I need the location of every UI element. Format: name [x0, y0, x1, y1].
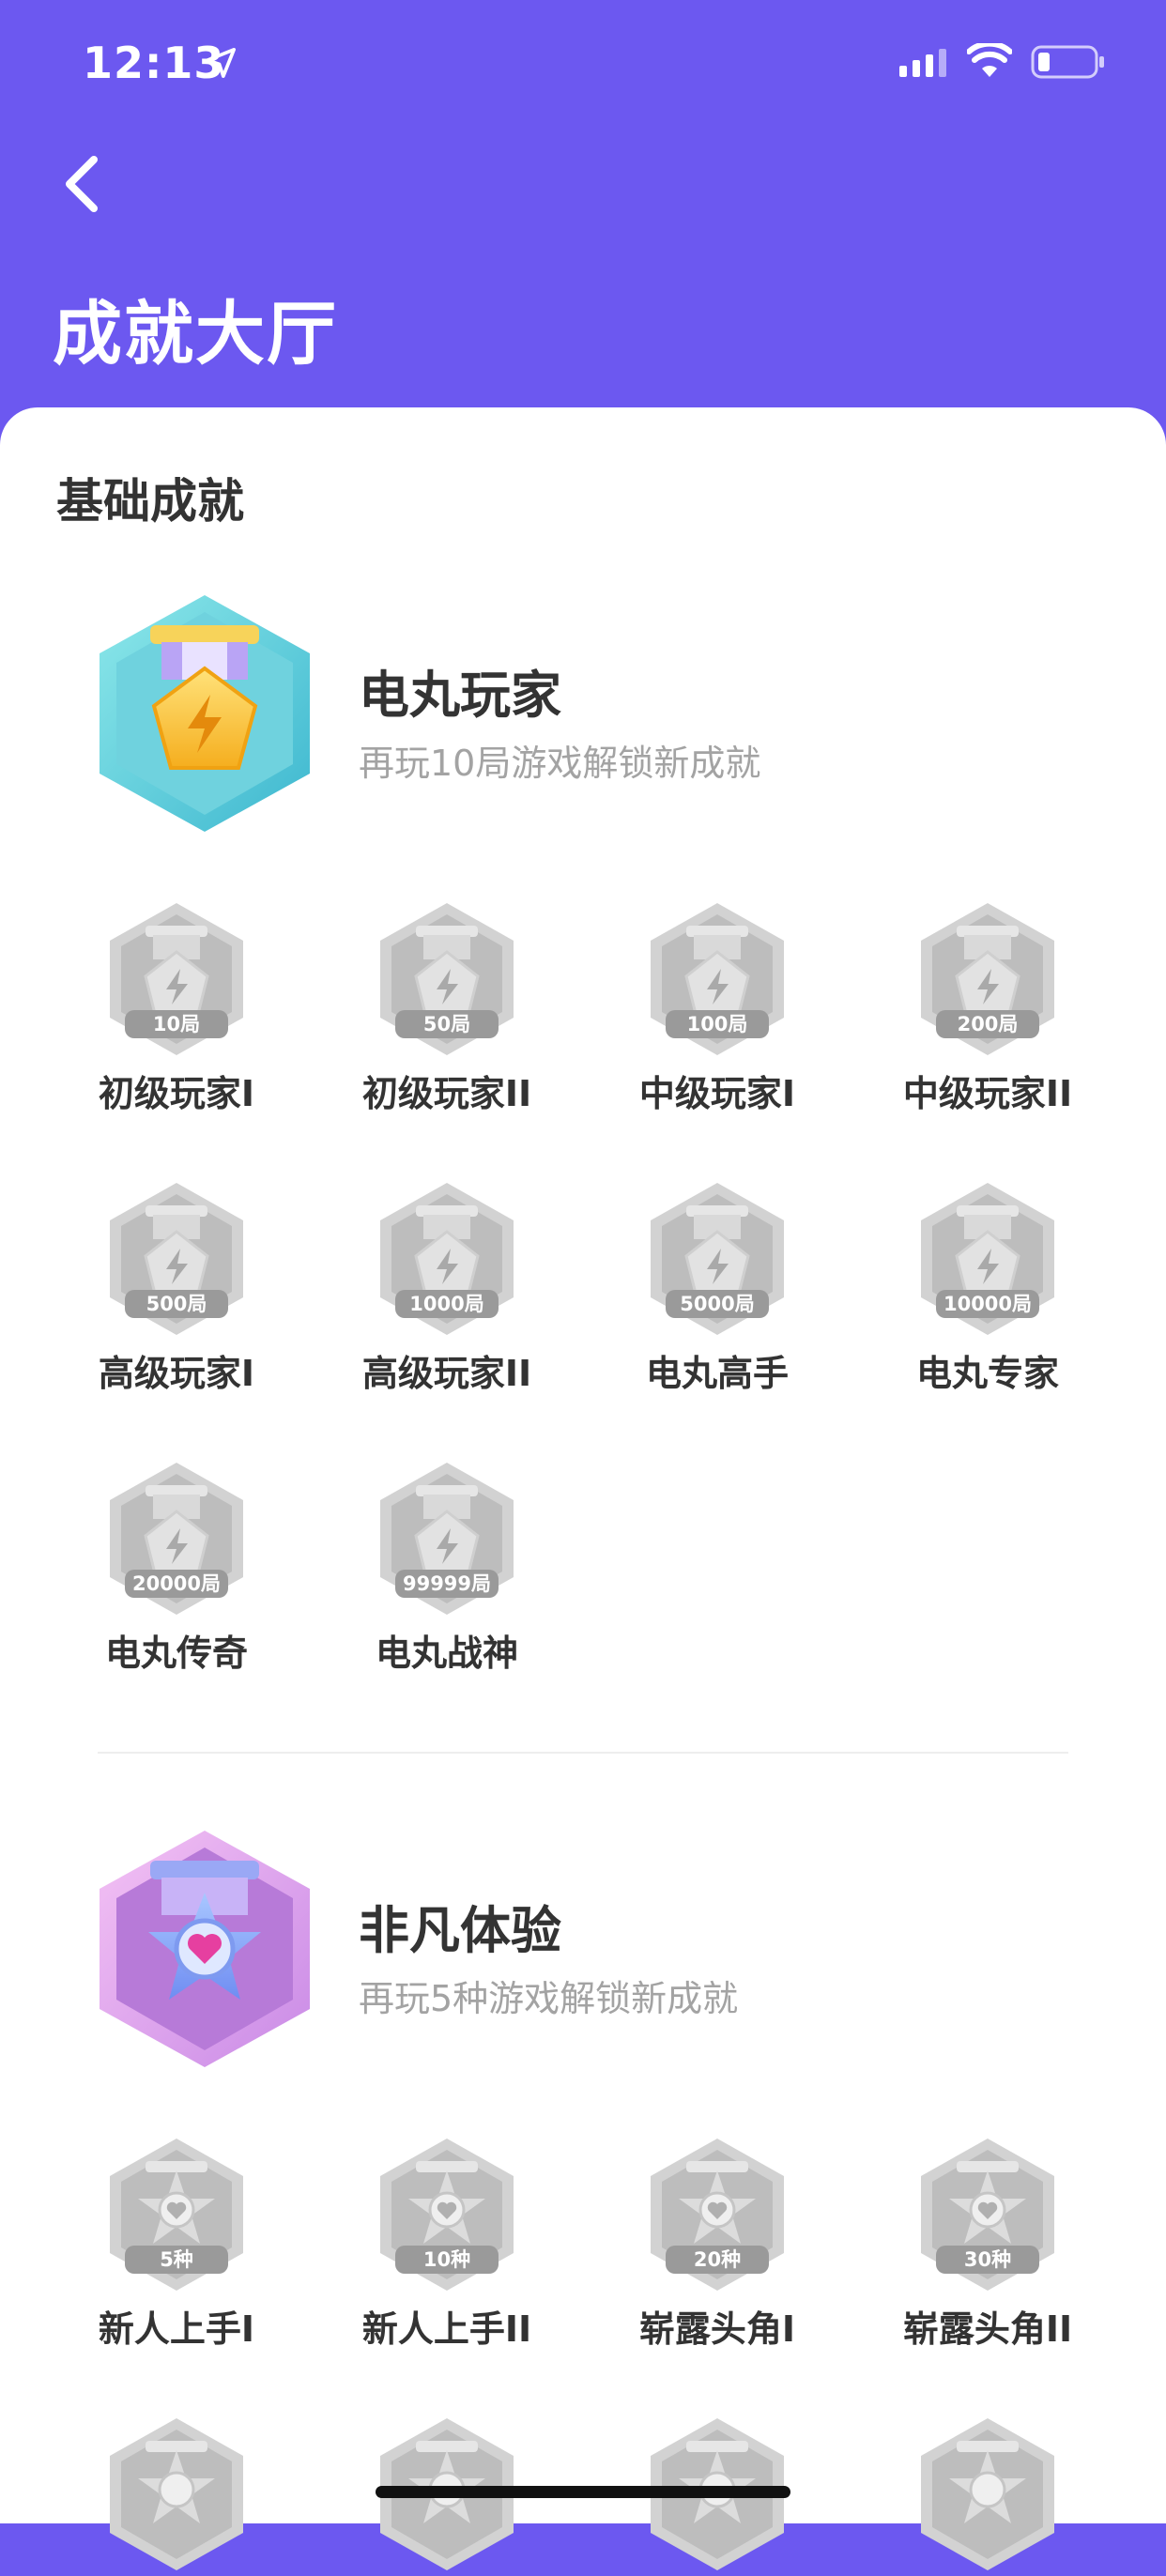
- achievement-item[interactable]: 5种 新人上手I: [41, 2137, 312, 2352]
- locked-lightning-badge-icon: 200局: [917, 901, 1058, 1057]
- achievement-item[interactable]: 20000局 电丸传奇: [41, 1461, 312, 1676]
- achievement-label: 新人上手II: [361, 2308, 532, 2350]
- achievement-item[interactable]: 100局 中级玩家I: [582, 901, 852, 1116]
- status-bar: 12:13: [0, 0, 1166, 122]
- locked-lightning-badge-icon: 99999局: [376, 1461, 517, 1617]
- achievement-label: 崭露头角I: [638, 2308, 796, 2350]
- group-subtitle: 再玩10局游戏解锁新成就: [359, 743, 761, 784]
- achievement-label: 电丸高手: [645, 1353, 789, 1394]
- location-arrow-icon: [205, 47, 237, 79]
- achievement-label: 电丸传奇: [104, 1633, 248, 1674]
- achievement-item[interactable]: 50局 初级玩家II: [312, 901, 582, 1116]
- achievement-item[interactable]: [41, 2416, 312, 2572]
- achievement-item[interactable]: 99999局 电丸战神: [312, 1461, 582, 1676]
- locked-lightning-badge-icon: 10局: [106, 901, 247, 1057]
- badge-caption: 5000局: [680, 1293, 755, 1315]
- badge-caption: 50局: [422, 1013, 471, 1035]
- achievements-sheet: 基础成就 电丸玩家 再玩10局游戏解锁新成就 10局 初级玩家I 50局 初级玩…: [0, 407, 1166, 2570]
- badge-caption: 200局: [957, 1013, 1019, 1035]
- locked-lightning-badge-icon: 50局: [376, 901, 517, 1057]
- locked-heart-badge-icon: [917, 2416, 1058, 2572]
- badge-caption: 10种: [422, 2248, 471, 2271]
- achievement-item[interactable]: [852, 2416, 1123, 2572]
- home-indicator[interactable]: [376, 2486, 790, 2498]
- group-name: 非凡体验: [359, 1901, 561, 1960]
- achievement-item[interactable]: 200局 中级玩家II: [852, 901, 1123, 1116]
- group-subtitle: 再玩5种游戏解锁新成就: [359, 1978, 739, 2019]
- achievement-label: 高级玩家I: [98, 1353, 255, 1394]
- lightning-medal-icon: [100, 595, 310, 832]
- locked-lightning-badge-icon: 500局: [106, 1181, 247, 1337]
- badge-caption: 1000局: [409, 1293, 484, 1315]
- locked-heart-badge-icon: 5种: [106, 2137, 247, 2292]
- cellular-signal-icon: [899, 49, 946, 77]
- locked-heart-badge-icon: [106, 2416, 247, 2572]
- section-divider: [98, 1752, 1068, 1754]
- achievement-item[interactable]: 10种 新人上手II: [312, 2137, 582, 2352]
- badge-caption: 10局: [152, 1013, 201, 1035]
- achievement-label: 电丸战神: [375, 1633, 518, 1674]
- badge-caption: 20000局: [131, 1572, 222, 1595]
- achievement-label: 中级玩家I: [638, 1073, 796, 1114]
- badge-caption: 30种: [963, 2248, 1012, 2271]
- achievement-item[interactable]: 30种 崭露头角II: [852, 2137, 1123, 2352]
- locked-lightning-badge-icon: 5000局: [647, 1181, 788, 1337]
- page-title: 成就大厅: [53, 294, 338, 375]
- badge-caption: 100局: [686, 1013, 748, 1035]
- group-name: 电丸玩家: [359, 666, 561, 725]
- locked-heart-badge-icon: 10种: [376, 2137, 517, 2292]
- badge-caption: 20种: [693, 2248, 742, 2271]
- achievement-label: 新人上手I: [98, 2308, 255, 2350]
- wifi-icon: [967, 43, 1012, 77]
- locked-heart-badge-icon: 30种: [917, 2137, 1058, 2292]
- status-time: 12:13: [83, 38, 225, 88]
- section-title: 基础成就: [56, 474, 244, 529]
- back-chevron-icon[interactable]: [53, 150, 109, 218]
- locked-lightning-badge-icon: 10000局: [917, 1181, 1058, 1337]
- achievement-item[interactable]: 5000局 电丸高手: [582, 1181, 852, 1396]
- badge-caption: 10000局: [943, 1293, 1033, 1315]
- achievement-item[interactable]: 500局 高级玩家I: [41, 1181, 312, 1396]
- badge-caption: 99999局: [402, 1572, 492, 1595]
- achievement-item[interactable]: 20种 崭露头角I: [582, 2137, 852, 2352]
- achievement-item[interactable]: 1000局 高级玩家II: [312, 1181, 582, 1396]
- locked-lightning-badge-icon: 100局: [647, 901, 788, 1057]
- badge-caption: 5种: [160, 2248, 193, 2271]
- achievement-label: 初级玩家II: [361, 1073, 532, 1114]
- achievement-label: 中级玩家II: [902, 1073, 1073, 1114]
- locked-lightning-badge-icon: 1000局: [376, 1181, 517, 1337]
- achievement-label: 初级玩家I: [98, 1073, 255, 1114]
- achievement-item[interactable]: 10局 初级玩家I: [41, 901, 312, 1116]
- badge-caption: 500局: [146, 1293, 207, 1315]
- locked-heart-badge-icon: 20种: [647, 2137, 788, 2292]
- locked-lightning-badge-icon: 20000局: [106, 1461, 247, 1617]
- battery-icon: [1031, 45, 1104, 79]
- achievement-item[interactable]: 10000局 电丸专家: [852, 1181, 1123, 1396]
- heart-star-medal-icon: [100, 1831, 310, 2067]
- achievement-label: 崭露头角II: [902, 2308, 1073, 2350]
- achievement-label: 电丸专家: [915, 1353, 1059, 1394]
- achievement-label: 高级玩家II: [361, 1353, 532, 1394]
